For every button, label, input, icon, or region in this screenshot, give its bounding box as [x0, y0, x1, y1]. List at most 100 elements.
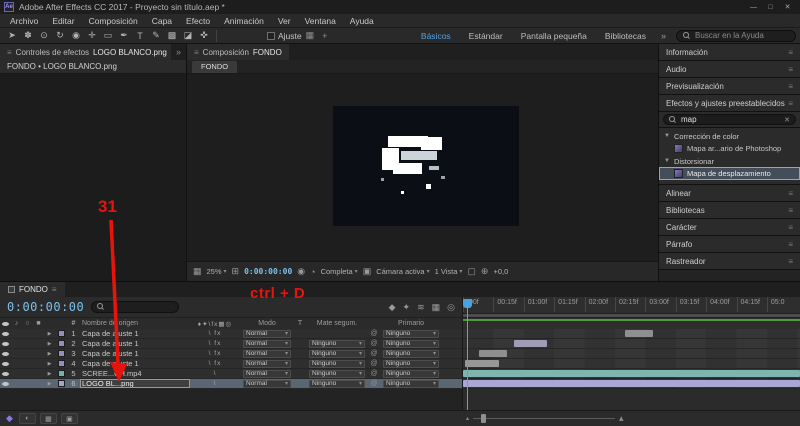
layer-track[interactable]	[462, 329, 800, 339]
workspace-overflow-icon[interactable]: »	[655, 31, 672, 41]
number-column-header[interactable]: #	[67, 318, 80, 329]
preserve-transparency-toggle[interactable]	[294, 349, 306, 358]
layer-expand-arrow[interactable]: ▶	[44, 349, 55, 358]
magnification-dropdown[interactable]: 25% ▾	[207, 267, 227, 276]
solo-toggle[interactable]	[22, 359, 33, 368]
workspace-tab[interactable]: Bibliotecas	[596, 31, 655, 41]
zoom-tool-icon[interactable]: ⊙	[36, 29, 52, 43]
audio-toggle[interactable]	[11, 339, 22, 348]
layer-mode-dropdown[interactable]: Normal ▾	[243, 379, 291, 388]
composition-viewport[interactable]	[187, 74, 658, 261]
layer-matte-dropdown[interactable]: Ninguno ▾	[309, 359, 365, 368]
layer-expand-arrow[interactable]: ▶	[44, 369, 55, 378]
brush-tool-icon[interactable]: ✎	[148, 29, 164, 43]
parent-pickwhip-icon[interactable]: @	[368, 369, 380, 378]
audio-column-icon[interactable]: ♪	[11, 318, 22, 329]
panel-menu-icon[interactable]: ≡	[194, 48, 199, 57]
solo-column-icon[interactable]: ○	[22, 318, 33, 329]
layer-matte-dropdown[interactable]: Ninguno ▾	[309, 349, 365, 358]
switches-column-header[interactable]: ♦✦\fx▦◎	[190, 318, 240, 329]
current-time-field[interactable]: 0:00:00:00	[7, 300, 84, 314]
layer-track[interactable]	[462, 349, 800, 359]
viewer-timecode[interactable]: 0:00:00:00	[244, 267, 292, 276]
audio-toggle[interactable]	[11, 369, 22, 378]
layer-mode-dropdown[interactable]: Normal ▾	[243, 359, 291, 368]
draft-3d-icon[interactable]: ✦	[403, 302, 411, 313]
layer-track[interactable]	[462, 369, 800, 379]
visibility-eye-icon[interactable]	[0, 359, 11, 368]
panel-header-parrafo[interactable]: Párrafo ≡	[659, 236, 800, 252]
panel-menu-icon[interactable]: ≡	[788, 240, 793, 249]
tree-item-mapa-photoshop[interactable]: Mapa ar...ario de Photoshop	[659, 142, 800, 155]
safe-margins-icon[interactable]: ⊞	[232, 266, 240, 277]
lock-toggle[interactable]	[33, 329, 44, 338]
zoom-out-mountain-icon[interactable]: ▴	[466, 415, 469, 422]
layer-matte-dropdown[interactable]: Ninguno ▾	[309, 369, 365, 378]
layer-switches[interactable]: \ fx	[190, 339, 240, 348]
layer-duration-bar[interactable]	[463, 370, 800, 377]
panel-header-efectos-y-ajustes[interactable]: Efectos y ajustes preestablecidos ≡	[659, 95, 800, 111]
solo-toggle[interactable]	[22, 329, 33, 338]
eye-column-icon[interactable]	[0, 318, 11, 329]
menu-item[interactable]: Composición	[82, 16, 145, 26]
layer-expand-arrow[interactable]: ▶	[44, 329, 55, 338]
maximize-button[interactable]: □	[762, 1, 779, 14]
layer-mode-dropdown[interactable]: Normal ▾	[243, 369, 291, 378]
solo-toggle[interactable]	[22, 349, 33, 358]
time-ruler[interactable]: :00f 00:15f 01:00f 01:15f 02:00f 02:15f 03:00f…	[462, 297, 800, 317]
menu-item[interactable]: Ventana	[298, 16, 343, 26]
layer-expand-arrow[interactable]: ▶	[44, 359, 55, 368]
close-button[interactable]: ✕	[779, 1, 796, 14]
layer-switches[interactable]: \ fx	[190, 349, 240, 358]
presets-search-input[interactable]: map ✕	[663, 114, 796, 125]
panel-menu-icon[interactable]: ≡	[788, 99, 793, 108]
visibility-eye-icon[interactable]	[0, 369, 11, 378]
zoom-slider-handle[interactable]	[481, 414, 487, 423]
menu-item[interactable]: Capa	[145, 16, 179, 26]
composition-tab[interactable]: ≡ Composición FONDO	[187, 44, 289, 60]
twirl-down-icon[interactable]: ▼	[664, 133, 670, 139]
solo-toggle[interactable]	[22, 379, 33, 388]
clear-search-icon[interactable]: ✕	[784, 116, 790, 124]
tree-item-mapa-desplazamiento[interactable]: Mapa de desplazamiento	[659, 167, 800, 180]
layer-duration-bar[interactable]	[478, 350, 508, 357]
panel-menu-icon[interactable]: ≡	[788, 65, 793, 74]
panel-header-audio[interactable]: Audio ≡	[659, 61, 800, 77]
snap-checkbox[interactable]	[267, 31, 275, 40]
layer-parent-dropdown[interactable]: Ninguno ▾	[383, 329, 439, 338]
camera-dropdown[interactable]: Cámara activa ▾	[376, 267, 429, 276]
view-layout-dropdown[interactable]: 1 Vista ▾	[435, 267, 463, 276]
align-options-icon[interactable]: +	[318, 31, 331, 41]
lock-column-icon[interactable]: ■	[33, 318, 44, 329]
panel-header-alinear[interactable]: Alinear ≡	[659, 185, 800, 201]
puppet-pin-tool-icon[interactable]: ✜	[196, 29, 212, 43]
playhead-marker[interactable]	[463, 299, 472, 308]
visibility-eye-icon[interactable]	[0, 339, 11, 348]
layer-matte-dropdown[interactable]: Ninguno ▾	[309, 339, 365, 348]
region-of-interest-icon[interactable]: ▣	[363, 266, 372, 277]
panel-menu-icon[interactable]: ≡	[788, 206, 793, 215]
layer-parent-dropdown[interactable]: Ninguno ▾	[383, 359, 439, 368]
eraser-tool-icon[interactable]: ◪	[180, 29, 196, 43]
grid-options-icon[interactable]: ▦	[302, 30, 319, 41]
layer-parent-dropdown[interactable]: Ninguno ▾	[383, 349, 439, 358]
workspace-tab[interactable]: Pantalla pequeña	[512, 31, 596, 41]
minimize-button[interactable]: —	[745, 1, 762, 14]
zoom-in-mountain-icon[interactable]: ▴	[619, 413, 624, 424]
panel-menu-icon[interactable]: ≡	[788, 189, 793, 198]
channels-icon[interactable]: ◔	[310, 267, 315, 277]
graph-editor-icon[interactable]: ◎	[447, 302, 455, 313]
panel-header-bibliotecas[interactable]: Bibliotecas ≡	[659, 202, 800, 218]
work-area-bar[interactable]	[463, 313, 800, 317]
panel-menu-icon[interactable]: ≡	[788, 257, 793, 266]
effect-controls-tab[interactable]: ≡ Controles de efectos LOGO BLANCO.png	[0, 44, 171, 60]
lock-toggle[interactable]	[33, 339, 44, 348]
preserve-transparency-toggle[interactable]	[294, 369, 306, 378]
menu-item[interactable]: Ver	[271, 16, 298, 26]
visibility-eye-icon[interactable]	[0, 349, 11, 358]
motion-blur-icon[interactable]: ▦	[432, 302, 441, 313]
type-tool-icon[interactable]: T	[132, 29, 148, 43]
grid-guides-icon[interactable]: ▦	[193, 266, 202, 277]
viewer-tab-fondo[interactable]: FONDO	[192, 61, 238, 73]
selection-tool-icon[interactable]: ➤	[4, 29, 20, 43]
